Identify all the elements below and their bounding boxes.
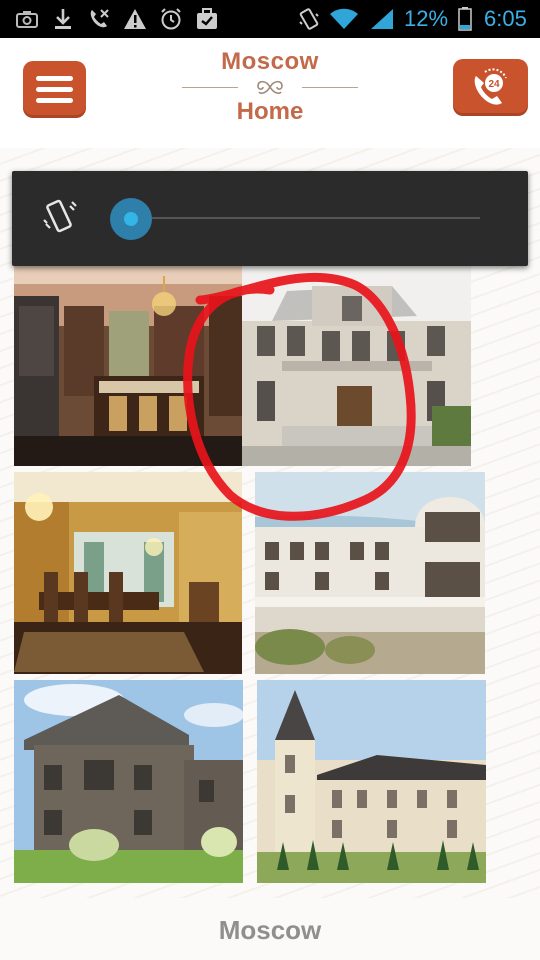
logo-line1: Moscow (221, 48, 319, 75)
modern-villa-photo[interactable] (255, 472, 485, 674)
call-24-button[interactable]: 24 (453, 59, 528, 116)
volume-slider-thumb[interactable] (110, 198, 152, 240)
white-mansion-photo[interactable] (242, 266, 471, 466)
app-header: Moscow Home 24 (0, 38, 540, 148)
volume-slider-thumb-dot (124, 212, 138, 226)
phone-24-icon: 24 (474, 68, 507, 105)
hamburger-icon (36, 76, 73, 81)
classic-kitchen-photo[interactable] (14, 266, 242, 466)
battery-icon (456, 7, 474, 31)
missed-call-icon (86, 7, 112, 31)
vibrate-icon (296, 7, 322, 31)
svg-text:24: 24 (488, 79, 500, 90)
logo-rule-right (302, 87, 358, 88)
logo-line2: Home (236, 98, 304, 125)
alarm-icon (158, 7, 184, 31)
ornament-icon (257, 80, 283, 94)
battery-percent: 12% (404, 6, 449, 31)
menu-button[interactable] (23, 61, 86, 118)
brown-brick-house-photo[interactable] (14, 680, 243, 883)
clock: 6:05 (484, 6, 527, 31)
vibrate-icon[interactable] (42, 198, 78, 238)
hamburger-icon-bar (36, 98, 73, 103)
turret-chateau-photo[interactable] (257, 680, 486, 883)
volume-slider-track[interactable] (132, 217, 480, 219)
download-icon (52, 7, 74, 31)
logo-ornament (182, 76, 358, 98)
status-bar: 12% 6:05 (0, 0, 540, 38)
golden-dining-room-photo[interactable] (14, 472, 242, 674)
wifi-icon (328, 7, 360, 31)
hamburger-icon-bar (36, 87, 73, 92)
logo-rule-left (182, 87, 238, 88)
volume-panel (12, 171, 528, 266)
camera-icon (14, 7, 40, 31)
warning-icon (122, 7, 148, 31)
briefcase-check-icon (194, 7, 220, 31)
footer-logo-line1: Moscow (218, 915, 322, 945)
signal-icon (368, 7, 396, 31)
brand-logo[interactable]: Moscow Home (182, 48, 358, 134)
footer-logo: Moscow (182, 915, 358, 946)
